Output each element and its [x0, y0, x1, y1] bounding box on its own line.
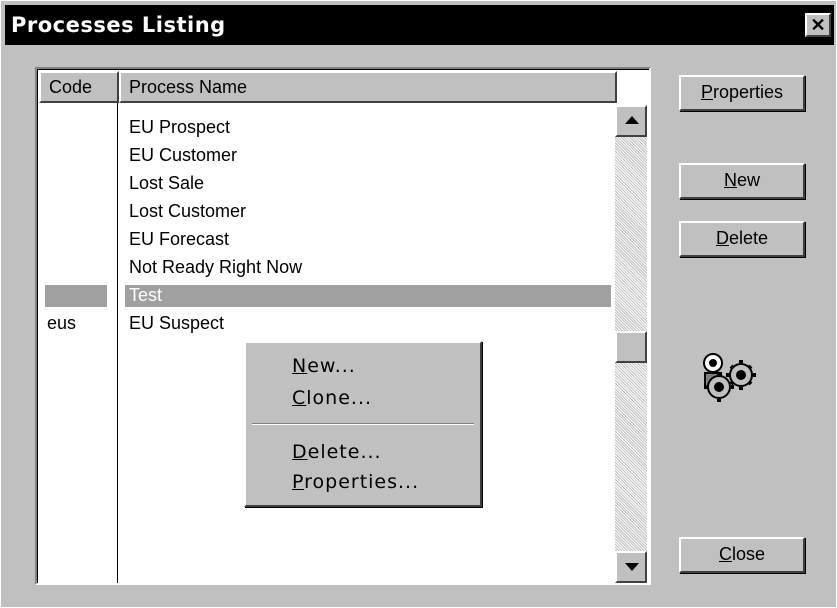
gears-icon — [703, 353, 756, 402]
menu-clone-label: lone... — [306, 387, 373, 409]
table-row[interactable]: EU Customer — [39, 141, 617, 169]
row-process-name: EU Customer — [129, 145, 238, 165]
table-row[interactable]: EU Prospect — [39, 113, 617, 141]
properties-label: roperties — [712, 82, 784, 102]
row-process-name: Lost Customer — [129, 201, 247, 221]
menu-properties-label: roperties... — [304, 471, 420, 493]
close-accel: C — [718, 544, 732, 564]
menu-properties-accel: P — [292, 471, 305, 493]
close-button[interactable]: Close — [679, 537, 805, 573]
menu-delete-label: elete... — [307, 441, 382, 463]
scroll-down-button[interactable] — [615, 551, 647, 583]
column-header-process-name[interactable]: Process Name — [119, 71, 617, 103]
menu-separator — [252, 423, 474, 425]
selection-highlight-code — [45, 285, 107, 307]
row-process-name: Lost Sale — [129, 173, 205, 193]
new-button[interactable]: New — [679, 163, 805, 199]
processes-listing-window: Processes Listing ✕ Code Process Name EU… — [0, 0, 837, 608]
table-row-selected[interactable]: Test — [39, 281, 617, 309]
row-process-name: EU Prospect — [129, 117, 231, 137]
list-header: Code Process Name — [39, 71, 617, 103]
scroll-thumb[interactable] — [615, 331, 647, 363]
properties-button[interactable]: Properties — [679, 75, 805, 111]
menu-delete-accel: D — [292, 441, 308, 463]
scroll-up-button[interactable] — [615, 105, 647, 137]
new-accel: N — [723, 170, 737, 190]
new-label: ew — [736, 170, 760, 190]
table-row[interactable]: Lost Sale — [39, 169, 617, 197]
table-row[interactable]: Lost Customer — [39, 197, 617, 225]
menu-item-delete[interactable]: Delete... — [292, 441, 382, 463]
column-header-code[interactable]: Code — [39, 71, 119, 103]
row-code: eus — [47, 313, 77, 333]
delete-label: elete — [728, 228, 769, 248]
arrow-down-icon — [625, 563, 639, 571]
row-process-name: EU Forecast — [129, 229, 230, 249]
close-label: lose — [731, 544, 766, 564]
table-row[interactable]: eus EU Suspect — [39, 309, 617, 337]
properties-accel: P — [700, 82, 713, 102]
arrow-up-icon — [625, 116, 639, 124]
table-row[interactable]: Not Ready Right Now — [39, 253, 617, 281]
menu-item-clone[interactable]: Clone... — [292, 387, 372, 409]
row-process-name: Not Ready Right Now — [129, 257, 303, 277]
row-process-name: EU Suspect — [129, 313, 225, 333]
menu-item-new[interactable]: New... — [292, 355, 356, 377]
context-menu: New... Clone... Delete... Properties... — [244, 341, 482, 507]
menu-new-label: ew... — [307, 355, 356, 377]
menu-item-properties[interactable]: Properties... — [292, 471, 419, 493]
delete-accel: D — [715, 228, 729, 248]
process-list[interactable]: Code Process Name EU Prospect EU Custome… — [35, 67, 651, 585]
menu-clone-accel: C — [292, 387, 307, 409]
close-icon[interactable]: ✕ — [805, 13, 831, 37]
menu-new-accel: N — [292, 355, 308, 377]
window-title: Processes Listing — [11, 13, 226, 37]
table-row[interactable]: EU Forecast — [39, 225, 617, 253]
row-process-name: Test — [129, 285, 163, 305]
vertical-scrollbar[interactable] — [615, 105, 647, 583]
title-bar: Processes Listing ✕ — [5, 5, 834, 45]
selection-highlight-name — [125, 285, 611, 307]
delete-button[interactable]: Delete — [679, 221, 805, 257]
